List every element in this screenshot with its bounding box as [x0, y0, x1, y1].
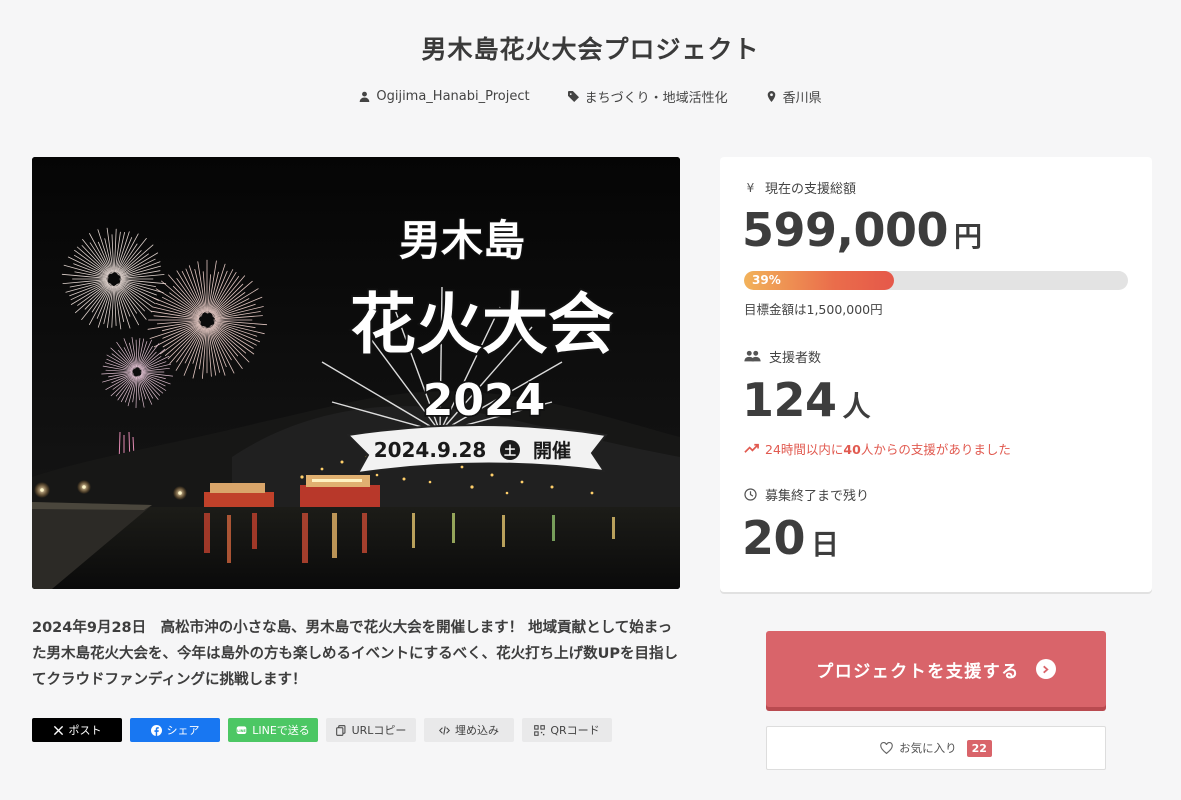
project-meta: Ogijima_Hanabi_Project まちづくり・地域活性化 香川県 — [0, 87, 1181, 106]
support-project-button[interactable]: プロジェクトを支援する — [766, 631, 1106, 707]
supporters-unit: 人 — [842, 390, 871, 423]
share-facebook-label: シェア — [166, 724, 200, 737]
category-name: まちづくり・地域活性化 — [584, 91, 728, 106]
url-copy-label: URLコピー — [351, 724, 407, 737]
favorite-button[interactable]: お気に入り 22 — [766, 726, 1106, 770]
total-amount: 599,000 — [742, 203, 949, 257]
share-x-button[interactable]: ポスト — [32, 718, 122, 742]
embed-label: 埋め込み — [455, 724, 499, 737]
url-copy-button[interactable]: URLコピー — [326, 718, 416, 742]
project-description: 2024年9月28日 高松市沖の小さな島、男木島で花火大会を開催します！ 地域貢… — [32, 620, 679, 688]
arrow-right-icon — [1035, 659, 1056, 679]
remaining-days: 20 — [742, 511, 806, 565]
heart-icon — [880, 741, 893, 754]
location-link[interactable]: 香川県 — [766, 87, 822, 106]
yen-icon: ¥ — [746, 180, 755, 195]
location-name: 香川県 — [782, 91, 822, 106]
trend-count: 40 — [843, 442, 861, 457]
share-buttons: ポスト シェア LINE LINEで送る URLコピー 埋め込み QRコード — [32, 718, 612, 742]
location-pin-icon — [767, 91, 775, 102]
share-line-button[interactable]: LINE LINEで送る — [228, 718, 318, 742]
remaining-label: 募集終了まで残り — [765, 489, 870, 504]
banner-date: 2024.9.28 — [374, 438, 487, 462]
support-button-label: プロジェクトを支援する — [816, 661, 1020, 682]
trend-suffix: 人からの支援がありました — [860, 442, 1011, 457]
clock-icon — [744, 488, 757, 501]
share-x-label: ポスト — [68, 724, 102, 737]
owner-link[interactable]: Ogijima_Hanabi_Project — [359, 87, 530, 106]
banner-suffix: 開催 — [533, 439, 571, 462]
page-title: 男木島花火大会プロジェクト — [421, 35, 760, 64]
svg-text:LINE: LINE — [237, 728, 246, 732]
progress-bar: 39% — [744, 271, 1128, 290]
owner-name: Ogijima_Hanabi_Project — [376, 89, 530, 104]
line-icon: LINE — [236, 725, 247, 734]
trend-prefix: 24時間以内に — [765, 442, 844, 457]
goal-amount: 目標金額は1,500,000円 — [744, 302, 883, 317]
facebook-icon — [150, 724, 162, 736]
x-logo-icon — [53, 725, 63, 735]
total-label: 現在の支援総額 — [765, 182, 857, 197]
logo-line1: 男木島 — [399, 216, 525, 265]
trending-up-icon — [744, 443, 759, 453]
remaining-unit: 日 — [811, 528, 840, 561]
users-icon — [744, 350, 761, 362]
favorite-count-badge: 22 — [966, 739, 992, 757]
qr-code-icon — [534, 724, 546, 736]
code-icon — [439, 725, 450, 735]
category-link[interactable]: まちづくり・地域活性化 — [567, 87, 728, 106]
supporters-label-row: 支援者数 — [744, 347, 821, 366]
logo-line2: 花火大会 — [350, 286, 614, 363]
remaining-label-row: 募集終了まで残り — [744, 485, 869, 504]
total-unit: 円 — [954, 220, 983, 253]
supporters-label: 支援者数 — [769, 351, 822, 366]
share-line-label: LINEで送る — [252, 724, 310, 737]
recent-support-notice: 24時間以内に40人からの支援がありました — [744, 439, 1011, 458]
progress-percent: 39% — [752, 273, 781, 287]
progress-fill: 39% — [744, 271, 894, 290]
stats-panel: ¥ 現在の支援総額 599,000 円 39% 目標金額は1,500,000円 支… — [720, 157, 1152, 592]
user-icon — [360, 91, 370, 102]
qr-code-button[interactable]: QRコード — [522, 718, 612, 742]
favorite-label: お気に入り — [899, 741, 957, 755]
total-label-row: ¥ 現在の支援総額 — [744, 178, 857, 198]
qr-code-label: QRコード — [550, 724, 600, 737]
logo-year: 2024 — [423, 375, 545, 426]
copy-icon — [335, 724, 346, 736]
share-facebook-button[interactable]: シェア — [130, 718, 220, 742]
banner-day: 土 — [504, 443, 516, 458]
supporters-count: 124 — [742, 373, 837, 427]
embed-button[interactable]: 埋め込み — [424, 718, 514, 742]
tag-icon — [567, 91, 579, 102]
hero-image: 男木島 花火大会 2024 2024.9.28 土 開催 — [32, 157, 680, 589]
